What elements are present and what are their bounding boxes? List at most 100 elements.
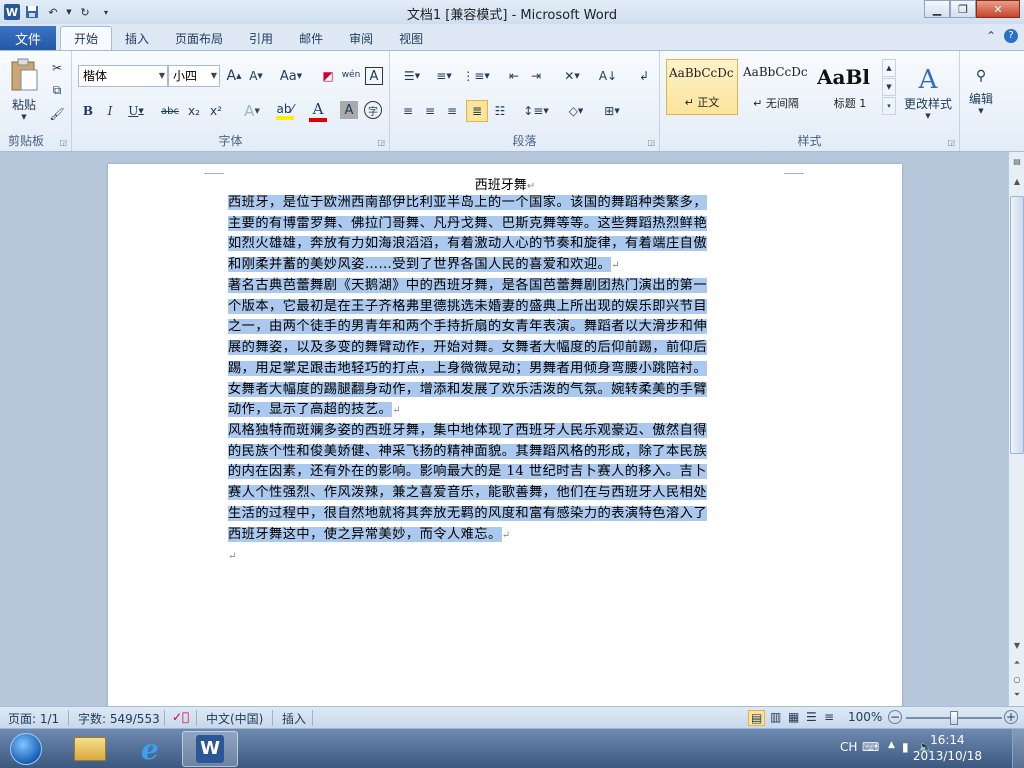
styles-scroll-up-icon[interactable]: ▲ xyxy=(882,59,896,77)
previous-page-icon[interactable]: ⏶ xyxy=(1010,656,1024,670)
distribute-icon[interactable]: ☷ xyxy=(490,101,510,121)
font-size-combo[interactable]: 小四 ▼ xyxy=(168,65,220,87)
increase-indent-icon[interactable]: ⇥ xyxy=(526,67,546,85)
styles-more-icon[interactable]: ▾ xyxy=(882,97,896,115)
char-border-button[interactable]: A xyxy=(365,67,383,85)
font-launcher-icon[interactable]: ◲ xyxy=(377,138,385,147)
underline-button[interactable]: U ▼ xyxy=(122,101,150,121)
italic-button[interactable]: I xyxy=(100,101,120,121)
zoom-in-icon[interactable]: + xyxy=(1004,710,1018,724)
shrink-font-button[interactable]: A ▼ xyxy=(246,67,266,85)
align-right-icon[interactable]: ≡ xyxy=(442,101,462,121)
proofing-icon[interactable]: ✓⃠ xyxy=(172,710,189,724)
align-left-icon[interactable]: ≡ xyxy=(398,101,418,121)
tab-page-layout[interactable]: 页面布局 xyxy=(162,26,236,50)
subscript-button[interactable]: x₂ xyxy=(184,101,204,121)
justify-icon[interactable]: ≣ xyxy=(466,100,488,122)
scroll-up-icon[interactable]: ▲ xyxy=(1010,174,1024,188)
paste-button[interactable]: 粘贴 ▼ xyxy=(6,57,42,121)
tab-view[interactable]: 视图 xyxy=(386,26,436,50)
close-button[interactable]: ✕ xyxy=(976,0,1020,18)
clear-format-icon[interactable]: ◩ xyxy=(318,67,338,85)
full-screen-view-icon[interactable]: ▥ xyxy=(770,710,781,724)
cut-icon[interactable]: ✂ xyxy=(48,59,66,77)
vertical-scrollbar[interactable]: ▤ ▲ ▼ ⏶ ○ ⏷ xyxy=(1008,152,1024,706)
bold-button[interactable]: B xyxy=(78,101,98,121)
enclose-char-button[interactable]: 字 xyxy=(364,101,382,119)
multilevel-list-icon[interactable]: ⋮≡ ▼ xyxy=(462,67,490,85)
borders-icon[interactable]: ⊞ ▼ xyxy=(598,101,626,121)
document-area[interactable]: 西班牙舞↵ 西班牙，是位于欧洲西南部伊比利亚半岛上的一个国家。该国的舞蹈种类繁多… xyxy=(0,152,1008,706)
ime-indicator[interactable]: CH xyxy=(840,740,857,754)
restore-button[interactable]: ❐ xyxy=(950,0,976,18)
highlight-button[interactable]: ab⁄ xyxy=(270,99,300,123)
page-count[interactable]: 页面: 1/1 xyxy=(8,710,59,727)
browse-object-icon[interactable]: ○ xyxy=(1010,672,1024,686)
shading-icon[interactable]: ◇ ▼ xyxy=(562,101,590,121)
tab-references[interactable]: 引用 xyxy=(236,26,286,50)
ruler-toggle-icon[interactable]: ▤ xyxy=(1010,154,1024,168)
tab-review[interactable]: 审阅 xyxy=(336,26,386,50)
minimize-ribbon-icon[interactable]: ⌃ xyxy=(986,29,996,43)
tab-home[interactable]: 开始 xyxy=(60,26,113,50)
strikethrough-button[interactable]: abc xyxy=(158,101,182,121)
web-layout-view-icon[interactable]: ▦ xyxy=(788,710,799,724)
outline-view-icon[interactable]: ☰ xyxy=(806,710,817,724)
paragraph-mark: ↵ xyxy=(526,181,536,192)
text-effects-button[interactable]: A ▼ xyxy=(238,101,266,121)
format-painter-icon[interactable]: 🖌 xyxy=(48,105,66,123)
minimize-button[interactable]: ▁ xyxy=(924,0,950,18)
style-normal[interactable]: AaBbCcDc ↵ 正文 xyxy=(666,59,738,115)
editing-button[interactable]: ⚲ 编辑 ▼ xyxy=(962,59,1000,123)
draft-view-icon[interactable]: ≡ xyxy=(824,710,834,724)
style-no-spacing[interactable]: AaBbCcDc ↵ 无间隔 xyxy=(740,59,812,115)
change-case-button[interactable]: Aa ▼ xyxy=(276,67,306,85)
zoom-level[interactable]: 100% xyxy=(848,710,882,724)
ie-taskbar-icon[interactable]: e xyxy=(122,731,178,767)
network-icon[interactable]: ▮ xyxy=(902,740,909,754)
paragraph-line: 西班牙，是位于欧洲西南部伊比利亚半岛上的一个国家。该国的舞蹈种类繁多， xyxy=(228,195,708,210)
grow-font-button[interactable]: A ▲ xyxy=(224,67,244,85)
zoom-out-icon[interactable]: − xyxy=(888,710,902,724)
char-shading-button[interactable]: A xyxy=(340,101,358,119)
chinese-layout-icon[interactable]: ✕ ▼ xyxy=(558,67,586,85)
explorer-taskbar-icon[interactable] xyxy=(62,731,118,767)
numbering-icon[interactable]: ≡ ▼ xyxy=(430,67,458,85)
superscript-button[interactable]: x² xyxy=(206,101,226,121)
clipboard-launcher-icon[interactable]: ◲ xyxy=(59,138,67,147)
word-count[interactable]: 字数: 549/553 xyxy=(78,710,160,727)
tab-file[interactable]: 文件 xyxy=(0,26,56,50)
font-color-button[interactable]: A xyxy=(304,99,332,123)
font-name-combo[interactable]: 楷体 ▼ xyxy=(78,65,168,87)
document-page[interactable]: 西班牙舞↵ 西班牙，是位于欧洲西南部伊比利亚半岛上的一个国家。该国的舞蹈种类繁多… xyxy=(108,164,902,706)
word-taskbar-icon[interactable]: W xyxy=(182,731,238,767)
insert-mode[interactable]: 插入 xyxy=(282,710,306,727)
phonetic-guide-button[interactable]: wén xyxy=(340,65,362,85)
change-styles-button[interactable]: A 更改样式 ▼ xyxy=(900,57,956,127)
bullets-icon[interactable]: ☰ ▼ xyxy=(398,67,426,85)
line-spacing-icon[interactable]: ↕≡ ▼ xyxy=(522,101,550,121)
next-page-icon[interactable]: ⏷ xyxy=(1010,688,1024,702)
tab-mailings[interactable]: 邮件 xyxy=(286,26,336,50)
sort-icon[interactable]: A↓ xyxy=(598,67,618,85)
scrollbar-thumb[interactable] xyxy=(1010,196,1024,454)
keyboard-icon[interactable]: ⌨ xyxy=(862,740,879,754)
align-center-icon[interactable]: ≡ xyxy=(420,101,440,121)
show-desktop-button[interactable] xyxy=(1012,729,1024,768)
print-layout-view-icon[interactable]: ▤ xyxy=(748,710,766,726)
tab-insert[interactable]: 插入 xyxy=(112,26,162,50)
paragraph-launcher-icon[interactable]: ◲ xyxy=(647,138,655,147)
style-heading-1[interactable]: AaBl 标题 1 xyxy=(814,59,886,115)
styles-scroll-down-icon[interactable]: ▼ xyxy=(882,78,896,96)
language[interactable]: 中文(中国) xyxy=(206,710,263,727)
styles-launcher-icon[interactable]: ◲ xyxy=(947,138,955,147)
decrease-indent-icon[interactable]: ⇤ xyxy=(504,67,524,85)
start-button[interactable] xyxy=(2,731,50,767)
show-marks-icon[interactable]: ↲ xyxy=(634,67,654,85)
zoom-slider-thumb[interactable] xyxy=(950,711,958,725)
copy-icon[interactable]: ⧉ xyxy=(48,81,66,99)
help-icon[interactable]: ? xyxy=(1004,29,1018,43)
show-hidden-icons[interactable]: ▲ xyxy=(888,740,895,750)
scroll-down-icon[interactable]: ▼ xyxy=(1010,638,1024,652)
clock[interactable]: 16:14 2013/10/18 xyxy=(913,732,982,764)
